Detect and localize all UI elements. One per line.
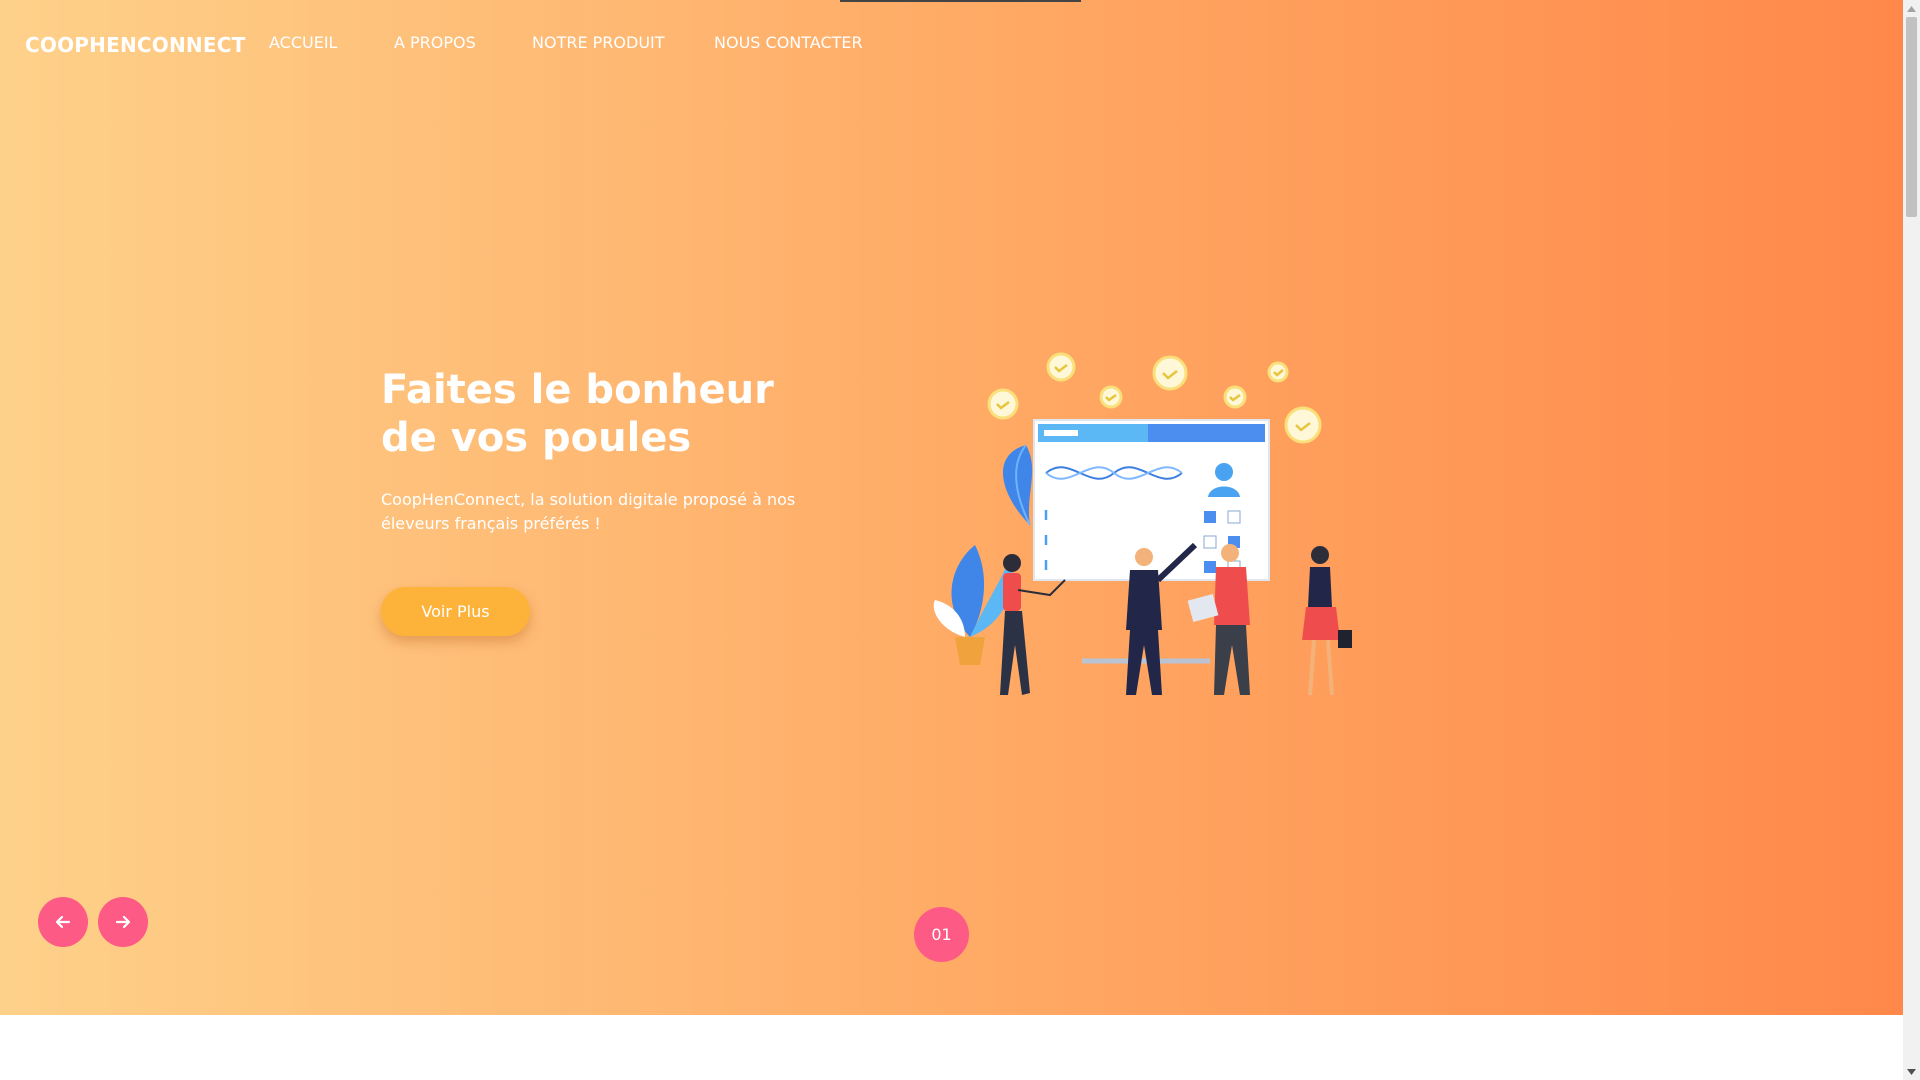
voir-plus-button[interactable]: Voir Plus <box>381 587 530 636</box>
nav-link-a-propos[interactable]: A PROPOS <box>394 33 476 52</box>
hero-title-line-1: Faites le bonheur <box>381 367 774 413</box>
vertical-scrollbar[interactable] <box>1903 0 1920 1080</box>
hero-title-line-2: de vos poules <box>381 415 692 461</box>
team-dashboard-illustration <box>933 352 1352 696</box>
scroll-thumb[interactable] <box>1906 17 1917 217</box>
slide-number-badge[interactable]: 01 <box>914 907 969 962</box>
arrow-right-icon <box>115 915 131 929</box>
nav-link-notre-produit[interactable]: NOTRE PRODUIT <box>532 33 665 52</box>
hero-subtitle: CoopHenConnect, la solution digitale pro… <box>381 490 796 533</box>
plant <box>933 545 1013 665</box>
hero-section: COOPHENCONNECT ACCUEIL A PROPOS NOTRE PR… <box>0 0 1903 1015</box>
person-woman <box>1302 546 1352 696</box>
scroll-up-icon[interactable] <box>1903 0 1920 17</box>
nav-link-nous-contacter[interactable]: NOUS CONTACTER <box>714 33 863 52</box>
nav-link-accueil[interactable]: ACCUEIL <box>269 33 337 52</box>
viewport: COOPHENCONNECT ACCUEIL A PROPOS NOTRE PR… <box>0 0 1903 1080</box>
hero-title: Faites le bonheur de vos poules <box>381 366 861 462</box>
slider-prev-button[interactable] <box>38 897 88 947</box>
arrow-left-icon <box>55 915 71 929</box>
main-nav: COOPHENCONNECT ACCUEIL A PROPOS NOTRE PR… <box>0 0 1000 86</box>
slider-next-button[interactable] <box>98 897 148 947</box>
scroll-down-icon[interactable] <box>1903 1063 1920 1080</box>
brand-logo[interactable]: COOPHENCONNECT <box>25 33 245 57</box>
